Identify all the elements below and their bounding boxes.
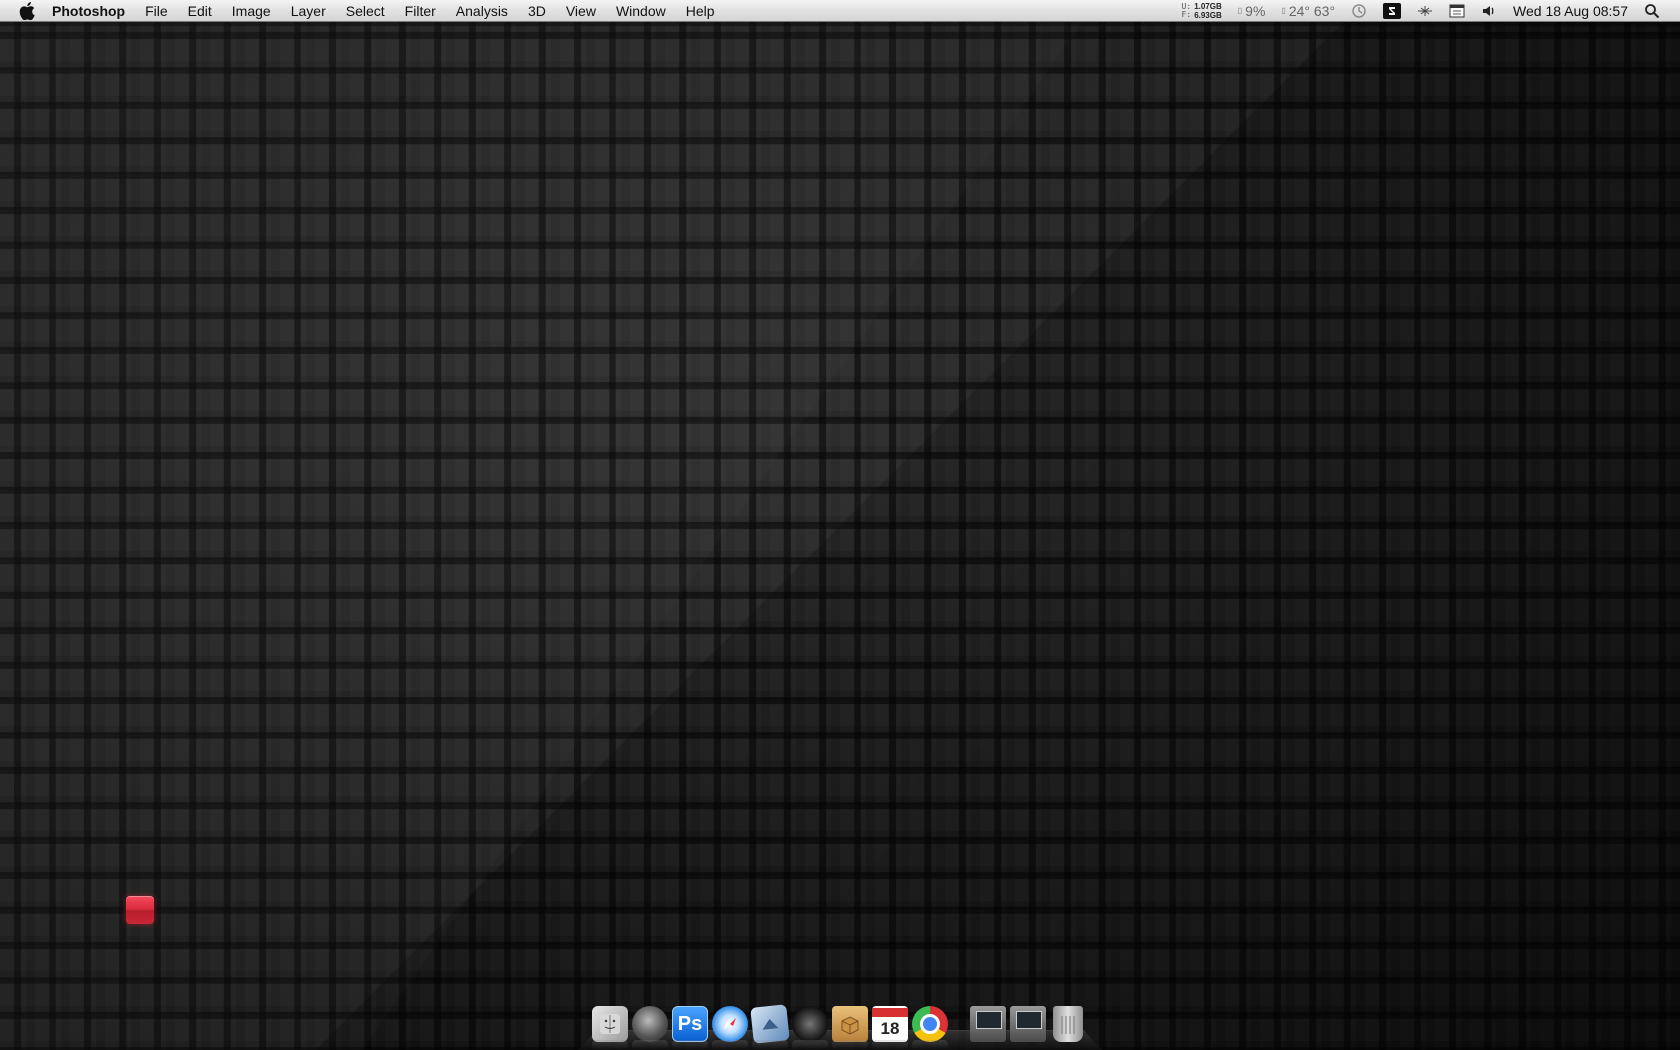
- calendar-icon[interactable]: 18: [872, 1006, 908, 1042]
- memory-values: 1.07GB 6.93GB: [1194, 2, 1222, 20]
- menu-edit[interactable]: Edit: [178, 0, 222, 22]
- finder-icon[interactable]: [592, 1006, 628, 1042]
- memory-free: 6.93GB: [1194, 10, 1222, 20]
- calendar-header-bar: [872, 1007, 908, 1017]
- menu-app-photoshop[interactable]: Photoshop: [52, 0, 135, 22]
- calendar-menu-icon[interactable]: [1441, 0, 1473, 22]
- trash-icon[interactable]: [1053, 1006, 1083, 1042]
- time-machine-icon[interactable]: [1343, 0, 1375, 22]
- temperature-values: 24° 63°: [1288, 2, 1336, 19]
- menu-bar-left: Photoshop File Edit Image Layer Select F…: [0, 0, 725, 22]
- dashboard-icon[interactable]: [632, 1006, 668, 1042]
- desktop-red-tile-icon[interactable]: [126, 896, 154, 924]
- chrome-icon[interactable]: [912, 1006, 948, 1042]
- thermometer-icon: ▯: [1281, 5, 1286, 15]
- apple-icon[interactable]: [16, 0, 38, 22]
- safari-icon[interactable]: [712, 1006, 748, 1042]
- menu-help[interactable]: Help: [676, 0, 725, 22]
- menu-image[interactable]: Image: [222, 0, 281, 22]
- memory-status[interactable]: U: F: 1.07GB 6.93GB: [1174, 2, 1230, 20]
- display-icon[interactable]: [1375, 0, 1409, 22]
- speaker-icon[interactable]: [792, 1006, 828, 1042]
- volume-icon[interactable]: [1473, 0, 1505, 22]
- menu-filter[interactable]: Filter: [395, 0, 446, 22]
- menu-window[interactable]: Window: [606, 0, 676, 22]
- desktop-wallpaper: [0, 22, 1680, 1050]
- cpu-icon: ▯: [1237, 5, 1243, 15]
- dock-separator: [952, 1006, 966, 1042]
- monitor-icon[interactable]: [970, 1006, 1006, 1042]
- menu-select[interactable]: Select: [336, 0, 395, 22]
- cpu-percent: 9%: [1245, 2, 1266, 19]
- installer-box-icon[interactable]: [832, 1006, 868, 1042]
- photoshop-icon[interactable]: Ps: [672, 1006, 708, 1042]
- cpu-status[interactable]: ▯ 9%: [1230, 0, 1274, 22]
- memory-free-label: F:: [1181, 9, 1192, 19]
- menu-clock[interactable]: Wed 18 Aug 08:57: [1505, 0, 1636, 22]
- menu-layer[interactable]: Layer: [281, 0, 336, 22]
- menu-file[interactable]: File: [135, 0, 178, 22]
- menu-bar: Photoshop File Edit Image Layer Select F…: [0, 0, 1680, 22]
- calendar-day: 18: [880, 1018, 900, 1038]
- monitor-icon-2[interactable]: [1010, 1006, 1046, 1042]
- mail-icon[interactable]: [750, 1004, 790, 1044]
- bluetooth-icon[interactable]: [1409, 0, 1441, 22]
- spotlight-icon[interactable]: [1636, 0, 1668, 22]
- menu-bar-status: U: F: 1.07GB 6.93GB ▯ 9% ▯ 24° 63° Wed 1…: [1174, 0, 1680, 22]
- menu-view[interactable]: View: [556, 0, 606, 22]
- dock-reflection: [592, 1040, 1092, 1050]
- memory-used: 1.07GB: [1194, 1, 1222, 11]
- menu-3d[interactable]: 3D: [518, 0, 556, 22]
- temperature-status[interactable]: ▯ 24° 63°: [1273, 0, 1343, 22]
- dock: Ps 18: [592, 998, 1092, 1044]
- display-icon-box: [1383, 2, 1402, 19]
- memory-labels: U: F:: [1181, 2, 1192, 19]
- menu-analysis[interactable]: Analysis: [446, 0, 518, 22]
